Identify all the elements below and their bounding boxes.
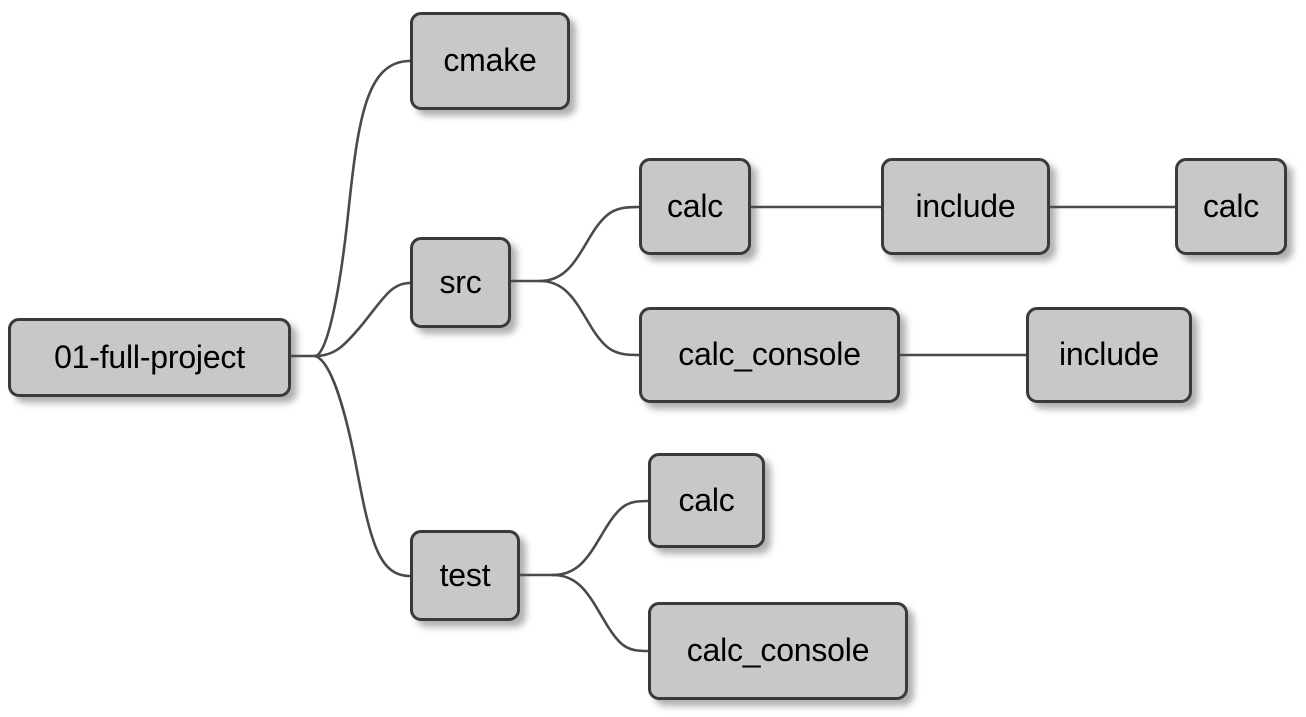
edge-src-to-calc (538, 205, 641, 283)
edge-test-to-calc (551, 499, 650, 577)
node-src[interactable]: src (410, 237, 511, 328)
node-label: cmake (443, 42, 537, 78)
node-label: calc_console (686, 632, 870, 668)
node-label: src (439, 263, 482, 300)
node-label: test (439, 556, 491, 593)
node-label: calc (666, 187, 724, 224)
node-test[interactable]: test (410, 530, 520, 621)
node-src-calc[interactable]: calc (639, 158, 751, 255)
node-label: include (915, 187, 1016, 224)
node-src-calc-include-calc[interactable]: calc (1175, 158, 1287, 255)
node-cmake[interactable]: cmake (410, 12, 570, 110)
node-test-calc-console[interactable]: calc_console (648, 602, 908, 700)
node-src-calc-console-include[interactable]: include (1026, 307, 1192, 403)
node-src-calc-include[interactable]: include (881, 158, 1050, 255)
node-label: include (1058, 336, 1159, 372)
node-label: calc_console (678, 336, 861, 372)
edge-test-to-calc-console (551, 573, 650, 653)
edge-root-to-cmake (313, 59, 412, 358)
node-root[interactable]: 01-full-project (8, 318, 291, 397)
edge-root-to-test (313, 354, 412, 578)
diagram-canvas: 01-full-project cmake src calc include c… (0, 0, 1306, 717)
node-test-calc[interactable]: calc (648, 453, 765, 548)
node-label: calc (678, 481, 735, 518)
edge-root-to-src (313, 281, 412, 358)
edge-src-to-calc-console (538, 279, 641, 357)
node-label: calc (1202, 187, 1260, 224)
node-src-calc-console[interactable]: calc_console (639, 307, 900, 403)
node-label: 01-full-project (54, 338, 245, 375)
